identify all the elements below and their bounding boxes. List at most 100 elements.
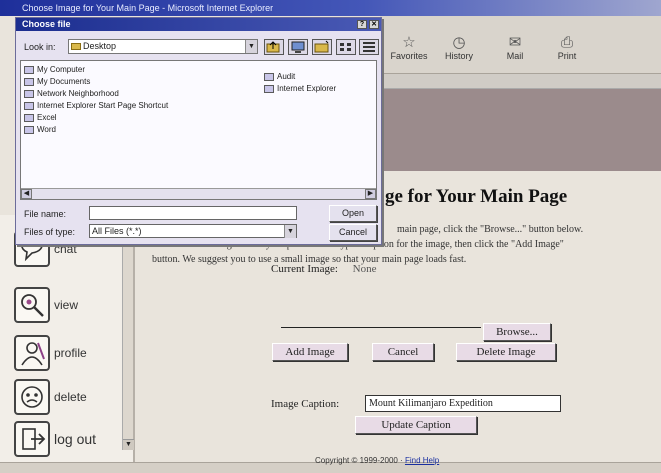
nav-item-log-out[interactable]: log out (14, 419, 124, 459)
dialog-cancel-button[interactable]: Cancel (329, 224, 377, 241)
file-name-input[interactable] (89, 206, 297, 220)
close-icon[interactable]: ✕ (369, 20, 379, 29)
nav-label-view: view (54, 298, 79, 312)
desktop-button[interactable] (288, 39, 308, 55)
browse-button[interactable]: Browse... (483, 323, 551, 341)
print-icon: ⎙ (560, 34, 573, 51)
file-list-scrollbar[interactable]: ◀ ▶ (21, 188, 376, 199)
file-item-label: Network Neighborhood (37, 89, 119, 98)
folder-icon (71, 43, 81, 50)
favorites-button[interactable]: ☆ Favorites (384, 34, 434, 70)
file-item-my-documents[interactable]: My Documents (24, 76, 90, 87)
favorites-icon: ☆ (402, 34, 416, 51)
favorites-label: Favorites (390, 51, 428, 61)
nav-item-delete[interactable]: delete (14, 377, 124, 417)
files-of-type-value: All Files (*.*) (92, 226, 142, 236)
network-icon (24, 89, 34, 98)
files-of-type-label: Files of type: (24, 227, 76, 237)
footer: Copyright © 1999-2000 · Find Help (315, 456, 439, 465)
history-label: History (444, 51, 473, 61)
delete-icon (14, 379, 50, 415)
file-item-label: Word (37, 125, 56, 134)
update-caption-button[interactable]: Update Caption (355, 416, 477, 434)
file-item-label: My Computer (37, 65, 86, 74)
file-item-internet-explorer[interactable]: Internet Explorer (264, 83, 336, 94)
address-bar-strip (380, 74, 661, 89)
mail-icon: ✉ (508, 34, 522, 51)
file-list[interactable]: My Computer My Documents Network Neighbo… (20, 60, 377, 200)
file-item-label: My Documents (37, 77, 91, 86)
up-one-level-button[interactable] (264, 39, 284, 55)
desktop-icon (291, 41, 305, 53)
chevron-down-icon[interactable]: ▼ (284, 225, 296, 238)
word-icon (24, 125, 34, 134)
list-view-icon (340, 43, 351, 51)
history-icon: ◷ (452, 34, 466, 51)
file-item-label: Excel (37, 113, 57, 122)
file-name-label: File name: (24, 209, 67, 219)
file-item-label: Internet Explorer Start Page Shortcut (37, 101, 169, 110)
file-item-my-computer[interactable]: My Computer (24, 64, 85, 75)
folder-icon (24, 77, 34, 86)
file-item-word[interactable]: Word (24, 124, 56, 135)
add-image-button[interactable]: Add Image (272, 343, 348, 361)
browser-title: Choose Image for Your Main Page - Micros… (22, 3, 274, 13)
up-folder-icon (266, 41, 280, 53)
list-view-button[interactable] (336, 39, 356, 55)
file-item-audit[interactable]: Audit (264, 71, 295, 82)
file-item-shortcut[interactable]: Internet Explorer Start Page Shortcut (24, 100, 168, 111)
excel-icon (24, 113, 34, 122)
choose-file-dialog: Choose file ? ✕ Look in: Desktop ▼ My Co… (15, 17, 382, 245)
open-button[interactable]: Open (329, 205, 377, 222)
scroll-right-arrow-icon[interactable]: ▶ (365, 189, 376, 199)
caption-label: Image Caption: (271, 398, 340, 410)
history-button[interactable]: ◷ History (434, 34, 484, 70)
mail-label: Mail (506, 51, 524, 61)
look-in-label: Look in: (24, 42, 56, 52)
scroll-down-arrow-icon[interactable]: ▼ (123, 439, 134, 450)
details-view-icon (363, 42, 375, 52)
look-in-select[interactable]: Desktop ▼ (68, 39, 258, 54)
find-help-link[interactable]: Find Help (405, 456, 439, 465)
nav-label-profile: profile (54, 346, 87, 360)
file-item-excel[interactable]: Excel (24, 112, 57, 123)
nav-item-view[interactable]: view (14, 285, 124, 325)
footer-copyright: Copyright © 1999-2000 · (315, 456, 405, 465)
image-file-input[interactable] (281, 316, 481, 328)
chevron-down-icon[interactable]: ▼ (245, 40, 257, 53)
delete-image-button[interactable]: Delete Image (456, 343, 556, 361)
nav-label-delete: delete (54, 390, 87, 404)
look-in-value: Desktop (83, 41, 117, 51)
current-image-label: Current Image: (271, 263, 338, 275)
page-title: ge for Your Main Page (385, 186, 568, 207)
document-icon (264, 72, 274, 81)
nav-item-profile[interactable]: profile (14, 333, 124, 373)
log-out-icon (14, 421, 50, 457)
current-image-value: None (352, 263, 377, 275)
dialog-title: Choose file (22, 19, 71, 29)
file-item-label: Internet Explorer (277, 84, 337, 93)
print-button[interactable]: ⎙ Print (542, 34, 592, 70)
print-label: Print (557, 51, 577, 61)
caption-input[interactable]: Mount Kilimanjaro Expedition (365, 395, 561, 412)
browser-toolbar: ☆ Favorites ◷ History ✉ Mail ⎙ Print (380, 16, 661, 74)
mail-button[interactable]: ✉ Mail (490, 34, 540, 70)
current-image-row: Current Image: None (271, 263, 376, 275)
new-folder-icon (314, 40, 329, 53)
profile-icon (14, 335, 50, 371)
scroll-left-arrow-icon[interactable]: ◀ (21, 189, 32, 199)
file-item-network[interactable]: Network Neighborhood (24, 88, 119, 99)
file-item-label: Audit (277, 72, 296, 81)
details-view-button[interactable] (359, 39, 379, 55)
help-icon[interactable]: ? (357, 20, 367, 29)
browser-title-bar: Choose Image for Your Main Page - Micros… (0, 0, 661, 16)
files-of-type-select[interactable]: All Files (*.*) ▼ (89, 224, 297, 238)
view-icon (14, 287, 50, 323)
shortcut-icon (24, 101, 34, 110)
internet-explorer-icon (264, 84, 274, 93)
nav-label-log-out: log out (54, 431, 97, 447)
new-folder-button[interactable] (312, 39, 332, 55)
cancel-button[interactable]: Cancel (372, 343, 434, 361)
nav-scrollbar[interactable]: ▼ (122, 225, 134, 450)
dialog-title-bar: Choose file ? ✕ (16, 18, 381, 31)
